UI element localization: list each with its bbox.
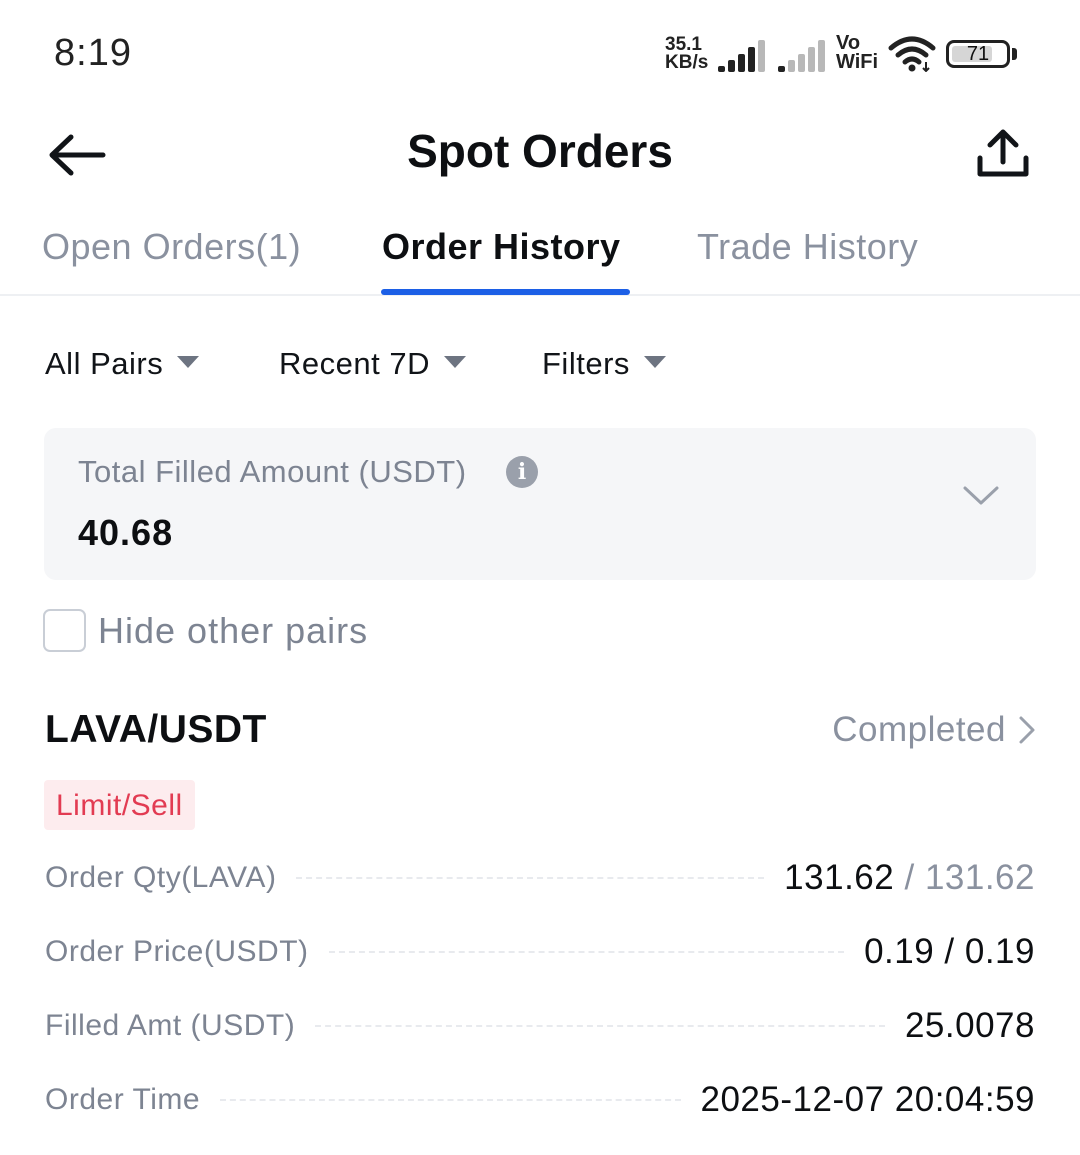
tab-order-history[interactable]: Order History: [382, 226, 621, 268]
share-button[interactable]: [970, 124, 1036, 184]
filled-amt-row: Filled Amt (USDT) 25.0078: [45, 1004, 1035, 1048]
battery-tip: [1012, 48, 1017, 60]
info-icon[interactable]: i: [506, 456, 538, 488]
chevron-right-icon: [1019, 716, 1035, 744]
hide-other-pairs-label[interactable]: Hide other pairs: [98, 610, 368, 652]
filters-dropdown[interactable]: Filters: [542, 346, 666, 382]
period-filter-label: Recent 7D: [279, 346, 430, 381]
order-tabs: Open Orders(1) Order History Trade Histo…: [0, 220, 1080, 296]
order-qty-total: 131.62: [924, 858, 1035, 897]
total-filled-summary[interactable]: Total Filled Amount (USDT) i 40.68: [44, 428, 1036, 580]
caret-down-icon: [443, 356, 466, 368]
order-status-label: Completed: [832, 710, 1006, 749]
order-price-value: 0.19 / 0.19: [864, 932, 1035, 971]
order-status-link[interactable]: Completed: [832, 710, 1036, 750]
period-filter-dropdown[interactable]: Recent 7D: [279, 346, 466, 382]
share-upload-icon: [977, 129, 1029, 177]
order-qty-separator: /: [904, 858, 915, 897]
caret-down-icon: [177, 356, 200, 368]
network-speed: 35.1 KB/s: [665, 35, 709, 73]
order-time-row: Order Time 2025-12-07 20:04:59: [45, 1078, 1035, 1122]
filters-label: Filters: [542, 346, 630, 381]
battery-icon: 71: [946, 40, 1010, 68]
vowifi-indicator: Vo WiFi: [836, 33, 879, 73]
order-price-row: Order Price(USDT) 0.19 / 0.19: [45, 930, 1035, 974]
order-qty-row: Order Qty(LAVA) 131.62 / 131.62: [45, 856, 1035, 900]
caret-down-icon: [643, 356, 666, 368]
wifi-icon: [888, 36, 936, 72]
row-divider: [328, 951, 845, 953]
order-qty-filled: 131.62: [784, 858, 895, 897]
hide-other-pairs-checkbox[interactable]: [43, 609, 86, 652]
order-pair-name: LAVA/USDT: [45, 708, 267, 751]
signal-strength-sim2-icon: [778, 38, 828, 72]
tab-open-orders[interactable]: Open Orders(1): [42, 226, 301, 268]
filled-amt-label: Filled Amt (USDT): [45, 1009, 296, 1042]
total-filled-label: Total Filled Amount (USDT): [78, 454, 467, 489]
pairs-filter-label: All Pairs: [45, 346, 164, 381]
order-qty-value: 131.62 / 131.62: [784, 858, 1035, 898]
signal-strength-icon: [718, 38, 768, 72]
order-price-label: Order Price(USDT): [45, 935, 309, 968]
network-speed-unit: KB/s: [665, 52, 709, 73]
battery-level: 71: [966, 43, 990, 65]
status-time: 8:19: [54, 32, 132, 74]
pairs-filter-dropdown[interactable]: All Pairs: [45, 346, 200, 382]
total-filled-value: 40.68: [78, 512, 174, 553]
order-type-badge: Limit/Sell: [44, 780, 195, 830]
tab-trade-history[interactable]: Trade History: [697, 226, 918, 268]
row-divider: [296, 877, 765, 879]
order-time-label: Order Time: [45, 1083, 201, 1116]
row-divider: [220, 1099, 681, 1101]
status-bar: 8:19 35.1 KB/s Vo WiFi 71: [0, 0, 1080, 100]
active-tab-indicator: [381, 289, 630, 295]
filled-amt-value: 25.0078: [904, 1006, 1035, 1045]
page-title: Spot Orders: [407, 125, 673, 177]
order-time-value: 2025-12-07 20:04:59: [700, 1080, 1035, 1119]
vowifi-wifi-label: WiFi: [836, 51, 879, 73]
order-qty-label: Order Qty(LAVA): [45, 861, 277, 894]
chevron-down-icon[interactable]: [962, 484, 1000, 508]
row-divider: [315, 1025, 885, 1027]
